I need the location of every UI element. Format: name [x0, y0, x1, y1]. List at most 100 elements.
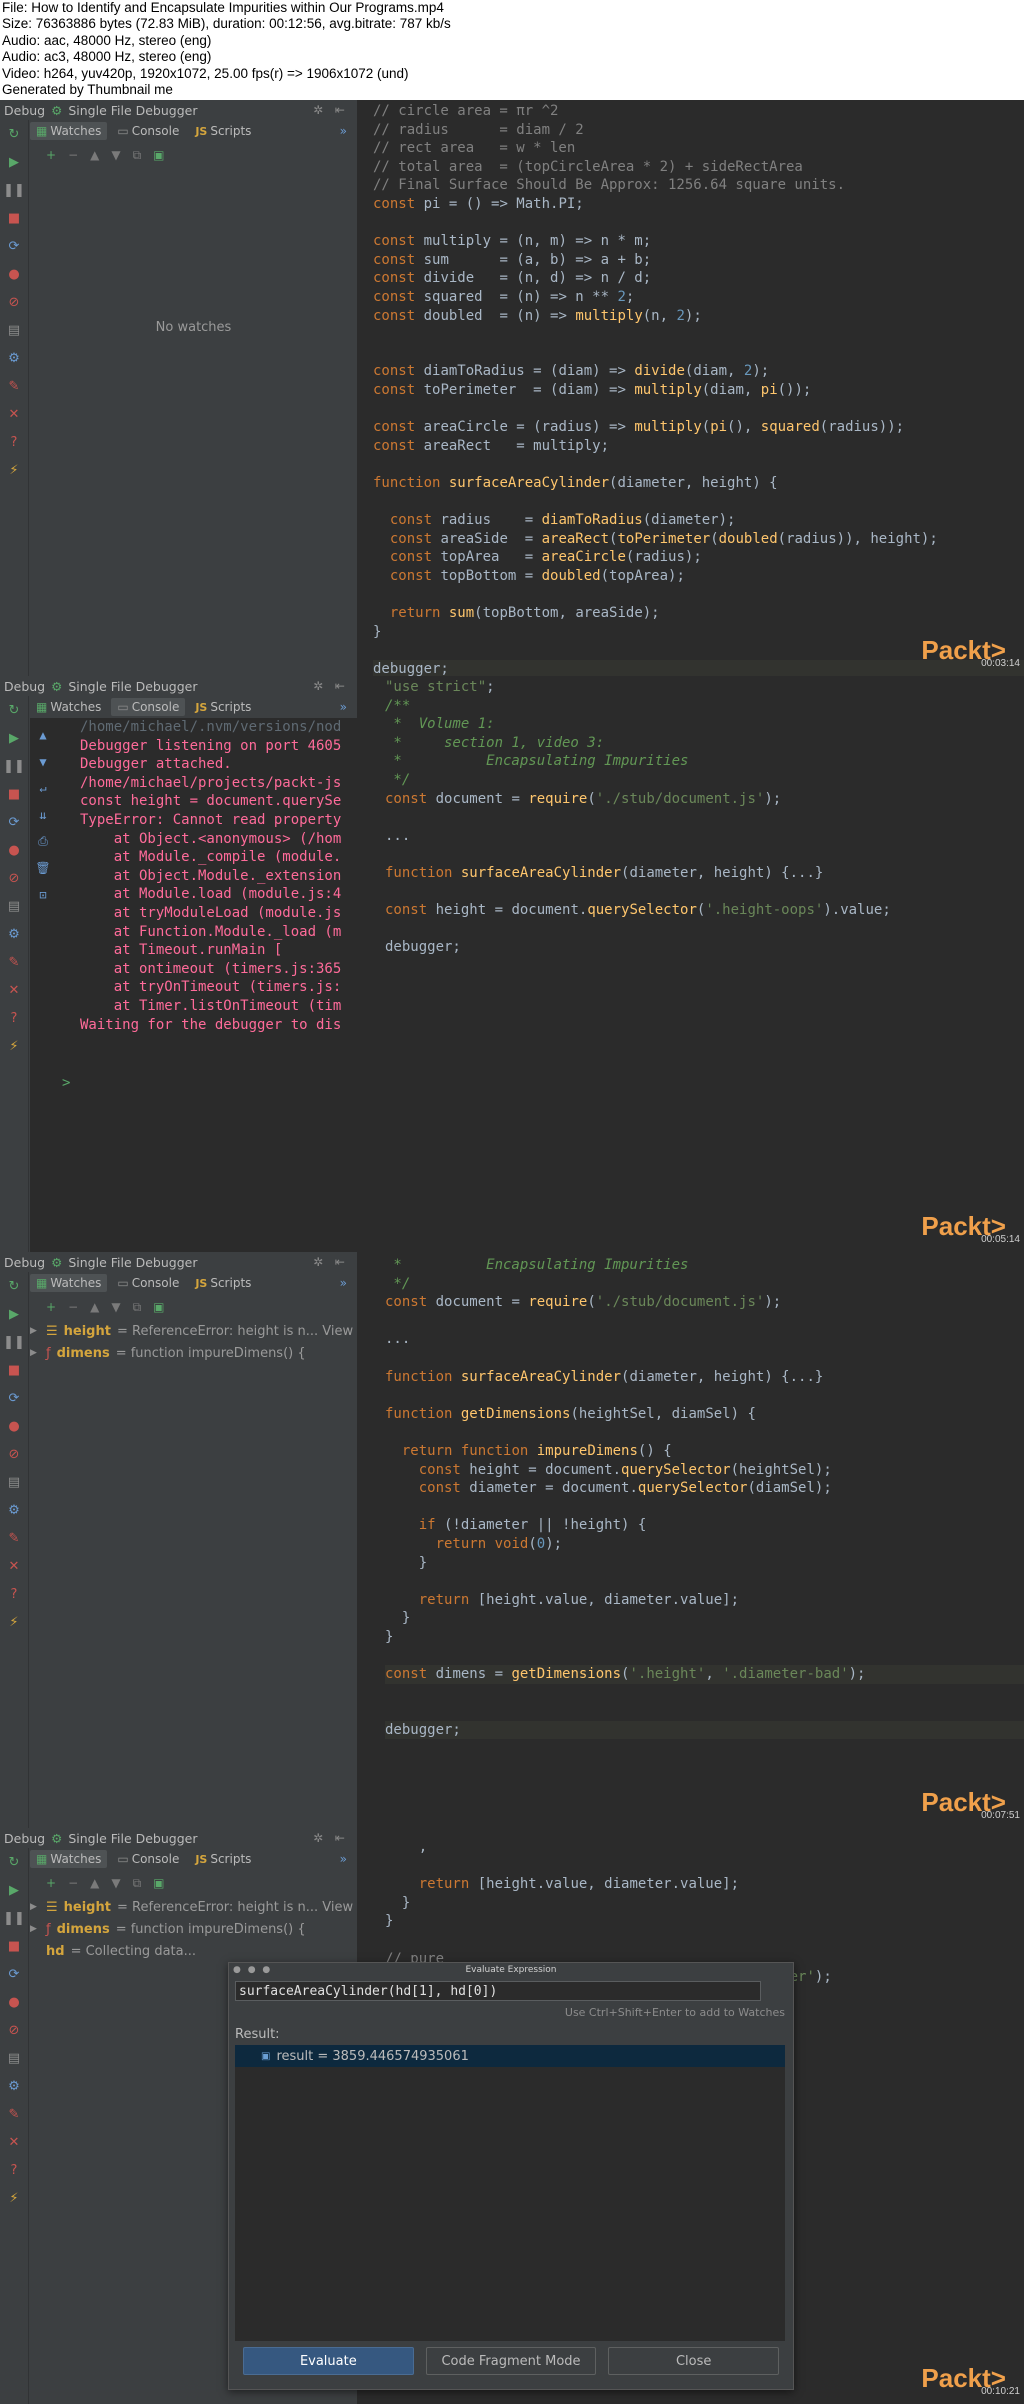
copy-icon[interactable]: ⧉ [133, 1300, 142, 1315]
up-icon[interactable]: ▲ [39, 726, 46, 745]
panel-options-icon[interactable]: ✲ ⇤ [313, 103, 349, 117]
image-icon[interactable]: ▣ [153, 1300, 164, 1314]
mute-breakpoints-icon[interactable]: ⊘ [0, 864, 28, 892]
trash-icon[interactable]: 🗑 [35, 859, 50, 878]
breakpoints-icon[interactable]: ● [0, 1412, 28, 1440]
rerun-icon[interactable]: ↻ [0, 1848, 28, 1876]
move-up-icon[interactable]: ▲ [90, 148, 99, 162]
image-icon[interactable]: ▣ [153, 148, 164, 162]
refresh-icon[interactable]: ⟳ [0, 1960, 28, 1988]
code-editor[interactable]: // circle area = πr ^2 // radius = diam /… [357, 100, 1024, 676]
tab-console[interactable]: ▭ Console [111, 122, 185, 140]
down-icon[interactable]: ▼ [39, 753, 46, 772]
refresh-icon[interactable]: ⟳ [0, 808, 28, 836]
panel-options-icon[interactable]: ✲ ⇤ [313, 1831, 349, 1845]
settings-icon[interactable]: ⚙ [0, 344, 28, 372]
tab-console[interactable]: ▭ Console [111, 1850, 185, 1868]
help-icon[interactable]: ? [0, 1004, 28, 1032]
close-button[interactable]: Close [608, 2347, 780, 2375]
layout-icon[interactable]: ▤ [0, 316, 28, 344]
mute-breakpoints-icon[interactable]: ⊘ [0, 288, 28, 316]
help-icon[interactable]: ? [0, 428, 28, 456]
window-controls-icon[interactable]: ● ● ● [233, 1963, 272, 1977]
tab-watches[interactable]: ▦ Watches [30, 1850, 108, 1868]
scroll-icon[interactable]: ⇊ [39, 806, 46, 825]
breakpoints-icon[interactable]: ● [0, 1988, 28, 2016]
lightning-icon[interactable]: ⚡ [0, 1608, 28, 1636]
wrap-icon[interactable]: ↵ [39, 779, 46, 798]
help-icon[interactable]: ? [0, 1580, 28, 1608]
resume-icon[interactable]: ▶ [0, 148, 28, 176]
breakpoints-icon[interactable]: ● [0, 260, 28, 288]
watch-row[interactable]: ▶ ☰ height = ReferenceError: height is n...… [30, 1896, 357, 1918]
close-icon[interactable]: ✕ [0, 976, 28, 1004]
add-watch-icon[interactable]: + [46, 1876, 56, 1890]
tab-console[interactable]: ▭ Console [111, 1274, 185, 1292]
remove-watch-icon[interactable]: − [68, 148, 78, 162]
watch-row[interactable]: ▶ ☰ height = ReferenceError: height is n...… [30, 1320, 357, 1342]
watch-row[interactable]: hd = Collecting data... [30, 1940, 357, 1962]
expand-icon[interactable]: ▶ [30, 1924, 40, 1934]
tab-scripts[interactable]: JS Scripts [189, 122, 257, 140]
tab-scripts[interactable]: JS Scripts [189, 1850, 257, 1868]
pin-icon[interactable]: ✎ [0, 372, 28, 400]
stop-icon[interactable]: ■ [0, 204, 28, 232]
code-editor[interactable]: * Encapsulating Impurities */ const docum… [357, 1252, 1024, 1828]
settings-icon[interactable]: ⚙ [0, 920, 28, 948]
layout-icon[interactable]: ▤ [0, 892, 28, 920]
mute-breakpoints-icon[interactable]: ⊘ [0, 2016, 28, 2044]
refresh-icon[interactable]: ⟳ [0, 232, 28, 260]
close-icon[interactable]: ✕ [0, 400, 28, 428]
code-editor[interactable]: "use strict"; /** * Volume 1: * section 1… [357, 676, 1024, 1252]
result-row[interactable]: ▣ result = 3859.446574935061 [235, 2045, 785, 2067]
watch-row[interactable]: ▶ ƒ dimens = function impureDimens() { [30, 1342, 357, 1364]
pause-icon[interactable]: ❚❚ [0, 1904, 28, 1932]
mute-breakpoints-icon[interactable]: ⊘ [0, 1440, 28, 1468]
pin-icon[interactable]: ✎ [0, 1524, 28, 1552]
expression-input[interactable]: surfaceAreaCylinder(hd[1], hd[0]) [235, 1981, 761, 2001]
code-fragment-mode-button[interactable]: Code Fragment Mode [425, 2347, 597, 2375]
add-watch-icon[interactable]: + [46, 148, 56, 162]
tab-console[interactable]: ▭ Console [111, 698, 186, 716]
lightning-icon[interactable]: ⚡ [0, 1032, 28, 1060]
refresh-icon[interactable]: ⟳ [0, 1384, 28, 1412]
rerun-icon[interactable]: ↻ [0, 1272, 28, 1300]
stop-icon[interactable]: ■ [0, 1932, 28, 1960]
tab-scripts[interactable]: JS Scripts [189, 698, 257, 716]
lightning-icon[interactable]: ⚡ [0, 2184, 28, 2212]
remove-watch-icon[interactable]: − [68, 1300, 78, 1314]
move-down-icon[interactable]: ▼ [111, 1876, 120, 1890]
move-up-icon[interactable]: ▲ [90, 1300, 99, 1314]
close-icon[interactable]: ✕ [0, 1552, 28, 1580]
print-icon[interactable]: ⎙ [38, 832, 48, 851]
resume-icon[interactable]: ▶ [0, 1876, 28, 1904]
pin-icon[interactable]: ✎ [0, 2100, 28, 2128]
rerun-icon[interactable]: ↻ [0, 696, 28, 724]
move-down-icon[interactable]: ▼ [111, 148, 120, 162]
console-prompt[interactable]: > [30, 1074, 357, 1093]
remove-watch-icon[interactable]: − [68, 1876, 78, 1890]
pause-icon[interactable]: ❚❚ [0, 752, 28, 780]
settings-icon[interactable]: ⚙ [0, 2072, 28, 2100]
pin-icon[interactable]: ⊡ [39, 886, 46, 905]
move-down-icon[interactable]: ▼ [111, 1300, 120, 1314]
resume-icon[interactable]: ▶ [0, 1300, 28, 1328]
help-icon[interactable]: ? [0, 2156, 28, 2184]
tab-watches[interactable]: ▦ Watches [30, 1274, 108, 1292]
stop-icon[interactable]: ■ [0, 780, 28, 808]
tab-scripts[interactable]: JS Scripts [189, 1274, 257, 1292]
image-icon[interactable]: ▣ [153, 1876, 164, 1890]
layout-icon[interactable]: ▤ [0, 1468, 28, 1496]
settings-icon[interactable]: ⚙ [0, 1496, 28, 1524]
tab-watches[interactable]: ▦ Watches [30, 122, 108, 140]
move-up-icon[interactable]: ▲ [90, 1876, 99, 1890]
resume-icon[interactable]: ▶ [0, 724, 28, 752]
evaluate-button[interactable]: Evaluate [243, 2347, 414, 2375]
close-icon[interactable]: ✕ [0, 2128, 28, 2156]
expand-icon[interactable]: ▶ [30, 1902, 40, 1912]
lightning-icon[interactable]: ⚡ [0, 456, 28, 484]
layout-icon[interactable]: ▤ [0, 2044, 28, 2072]
tab-watches[interactable]: ▦ Watches [30, 698, 107, 716]
expand-icon[interactable]: ▶ [30, 1326, 40, 1336]
breakpoints-icon[interactable]: ● [0, 836, 28, 864]
